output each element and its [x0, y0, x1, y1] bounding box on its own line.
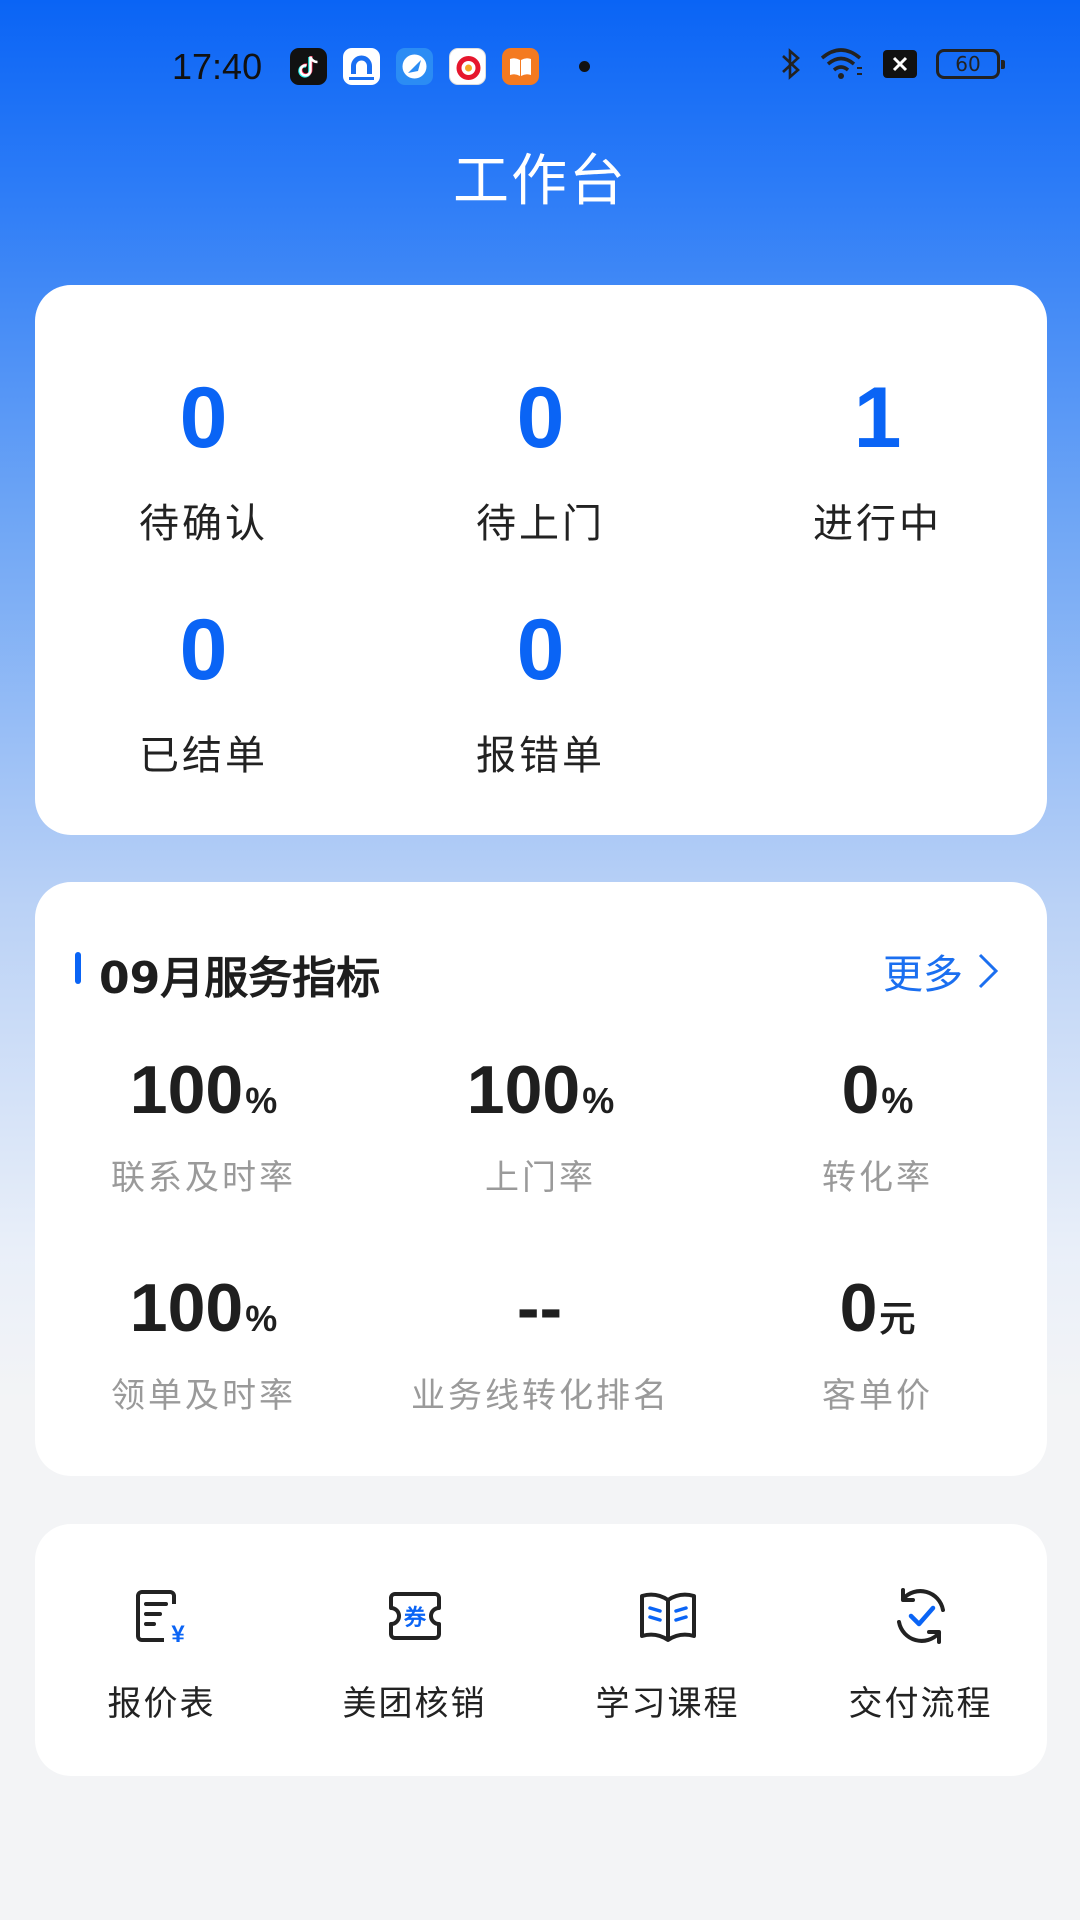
tool-price-list[interactable]: ¥ 报价表	[35, 1584, 288, 1725]
metric-business-rank[interactable]: -- 业务线转化排名	[372, 1274, 709, 1417]
battery-level: 60	[955, 52, 981, 76]
tool-label: 交付流程	[848, 1684, 993, 1724]
metrics-title: 09月服务指标	[99, 953, 381, 1004]
app2-icon	[343, 48, 380, 85]
chevron-right-icon	[978, 953, 999, 989]
tool-label: 报价表	[107, 1684, 216, 1724]
svg-text:¥: ¥	[171, 1621, 185, 1648]
notification-icons	[290, 48, 590, 85]
order-status-card: 0 待确认 0 待上门 1 进行中 0 已结单 0 报错单	[35, 285, 1047, 835]
book-icon	[639, 1592, 696, 1642]
tools-card: ¥ 报价表 券 美团核销 学习课程 交付流程	[35, 1524, 1047, 1776]
system-icons: 60	[780, 46, 1005, 82]
tiktok-icon	[290, 48, 327, 85]
books-icon	[502, 48, 539, 85]
order-pending-confirm[interactable]: 0 待确认	[35, 375, 372, 549]
tool-courses[interactable]: 学习课程	[541, 1584, 794, 1725]
metric-unit: %	[881, 1080, 914, 1121]
status-bar: 17:40 60	[0, 0, 1080, 136]
tool-label: 美团核销	[342, 1684, 487, 1724]
order-completed[interactable]: 0 已结单	[35, 607, 372, 781]
wifi-icon	[820, 48, 862, 79]
metric-value: 0	[839, 1270, 878, 1346]
order-count: 1	[853, 370, 902, 466]
page-title: 工作台	[453, 149, 627, 214]
metric-value: --	[516, 1270, 563, 1346]
metric-label: 客单价	[822, 1376, 933, 1416]
order-label: 进行中	[813, 501, 942, 547]
bluetooth-icon	[782, 48, 800, 80]
section-accent-bar	[75, 952, 81, 984]
order-error[interactable]: 0 报错单	[372, 607, 709, 781]
tool-meituan-verify[interactable]: 券 美团核销	[288, 1584, 541, 1725]
metric-label: 业务线转化排名	[411, 1376, 670, 1416]
tool-delivery-process[interactable]: 交付流程	[794, 1584, 1047, 1725]
metric-unit: %	[245, 1080, 278, 1121]
service-metrics-card: 09月服务指标 更多 100% 联系及时率 100% 上门率 0% 转化率 10…	[35, 882, 1047, 1476]
metric-claim-rate[interactable]: 100% 领单及时率	[35, 1274, 372, 1417]
svg-text:券: 券	[402, 1605, 426, 1631]
metric-value: 0	[841, 1052, 880, 1128]
more-notifications-dot	[579, 61, 590, 72]
sim-icon	[883, 50, 917, 78]
order-label: 待确认	[139, 501, 268, 547]
order-label: 报错单	[476, 733, 605, 779]
more-label: 更多	[883, 952, 963, 998]
metric-label: 联系及时率	[111, 1158, 296, 1198]
battery-icon: 60	[936, 49, 1005, 79]
metric-conversion-rate[interactable]: 0% 转化率	[709, 1056, 1046, 1199]
order-pending-visit[interactable]: 0 待上门	[372, 375, 709, 549]
metric-unit: %	[245, 1298, 278, 1339]
order-label: 待上门	[476, 501, 605, 547]
metric-value: 100	[129, 1270, 244, 1346]
tool-label: 学习课程	[595, 1684, 740, 1724]
order-count: 0	[179, 602, 228, 698]
metric-unit: 元	[879, 1298, 916, 1339]
app3-icon	[396, 48, 433, 85]
coupon-icon: 券	[388, 1592, 441, 1640]
metric-value: 100	[129, 1052, 244, 1128]
process-check-icon	[896, 1588, 945, 1644]
price-list-icon: ¥	[135, 1590, 185, 1648]
weibo-icon	[449, 48, 486, 85]
more-link[interactable]: 更多	[883, 942, 999, 1000]
metric-contact-rate[interactable]: 100% 联系及时率	[35, 1056, 372, 1199]
metric-avg-order-price[interactable]: 0元 客单价	[709, 1274, 1046, 1417]
metric-label: 上门率	[485, 1158, 596, 1198]
metrics-header: 09月服务指标 更多	[35, 940, 1047, 1004]
status-time: 17:40	[172, 46, 263, 87]
metric-label: 领单及时率	[111, 1376, 296, 1416]
order-label: 已结单	[139, 733, 268, 779]
order-count: 0	[516, 602, 565, 698]
metric-label: 转化率	[822, 1158, 933, 1198]
metric-unit: %	[582, 1080, 615, 1121]
metric-visit-rate[interactable]: 100% 上门率	[372, 1056, 709, 1199]
order-count: 0	[179, 370, 228, 466]
order-in-progress[interactable]: 1 进行中	[709, 375, 1046, 549]
metric-value: 100	[466, 1052, 581, 1128]
order-count: 0	[516, 370, 565, 466]
